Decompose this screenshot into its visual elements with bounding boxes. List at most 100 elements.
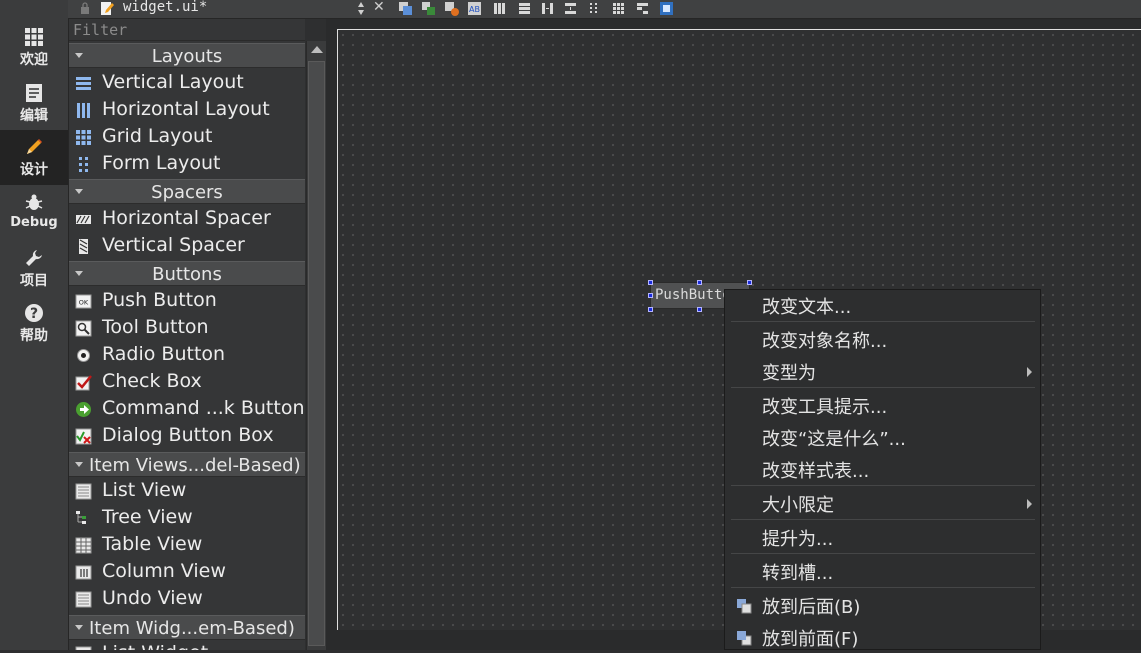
widget-list-widget[interactable]: List Widget [69, 641, 305, 650]
widget-vertical-layout[interactable]: Vertical Layout [69, 70, 305, 97]
category-label: Item Views...del-Based) [89, 455, 301, 476]
scroll-up-arrow-icon[interactable] [311, 46, 323, 53]
push-button-icon: OK [75, 294, 92, 309]
mode-project-label: 项目 [20, 273, 48, 289]
welcome-grid-icon [25, 28, 43, 46]
resize-handle[interactable] [648, 280, 653, 285]
mode-help[interactable]: ? 帮助 [0, 296, 68, 351]
widget-label: Tool Button [102, 316, 209, 338]
project-wrench-icon [26, 250, 42, 266]
widget-dialog-button-box[interactable]: Dialog Button Box [69, 423, 305, 450]
menu-item-change-stylesheet[interactable]: 改变样式表... [725, 454, 1040, 485]
menu-item-change-text[interactable]: 改变文本... [725, 290, 1040, 321]
close-document-button[interactable]: ✕ [373, 0, 385, 15]
bring-to-front-icon [737, 631, 752, 646]
widget-table-view[interactable]: Table View [69, 532, 305, 559]
menu-item-change-tooltip[interactable]: 改变工具提示... [725, 390, 1040, 421]
resize-handle[interactable] [648, 293, 653, 298]
edit-buddies-icon[interactable] [444, 1, 459, 16]
widget-label: Check Box [102, 370, 202, 392]
widget-undo-view[interactable]: Undo View [69, 586, 305, 613]
widget-command-link-button[interactable]: Command ...k Button [69, 396, 305, 423]
widget-list-view[interactable]: List View [69, 478, 305, 505]
widget-label: List View [102, 479, 187, 501]
document-switch-arrows-icon[interactable] [357, 1, 365, 16]
break-layout-icon[interactable] [635, 1, 650, 16]
widget-column-view[interactable]: Column View [69, 559, 305, 586]
svg-text:?: ? [30, 306, 38, 322]
lay-out-form-icon[interactable] [586, 1, 601, 16]
edit-tab-order-icon[interactable]: AB [467, 1, 482, 16]
widget-tool-button[interactable]: Tool Button [69, 315, 305, 342]
widget-horizontal-layout[interactable]: Horizontal Layout [69, 97, 305, 124]
edit-widgets-icon[interactable] [398, 1, 413, 16]
mode-edit[interactable]: 编辑 [0, 76, 68, 131]
edit-signals-slots-icon[interactable] [421, 1, 436, 16]
command-link-button-icon [76, 402, 91, 417]
widget-vertical-spacer[interactable]: Vertical Spacer [69, 233, 305, 260]
scroll-thumb[interactable] [308, 61, 325, 646]
mode-welcome[interactable]: 欢迎 [0, 20, 68, 75]
tool-button-icon [75, 320, 92, 337]
lay-out-horizontally-icon[interactable] [492, 1, 507, 16]
grid-layout-icon [76, 130, 91, 145]
mode-help-label: 帮助 [20, 328, 48, 344]
context-menu: 改变文本... 改变对象名称... 变型为 改变工具提示... 改变“这是什么”… [724, 289, 1041, 650]
menu-item-change-whats-this[interactable]: 改变“这是什么”... [725, 422, 1040, 453]
widget-label: Horizontal Spacer [102, 207, 271, 229]
help-question-icon: ? [25, 304, 43, 322]
menu-item-promote-to[interactable]: 提升为... [725, 522, 1040, 553]
widget-radio-button[interactable]: Radio Button [69, 342, 305, 369]
document-title[interactable]: widget.ui* [123, 0, 207, 15]
resize-handle[interactable] [747, 280, 752, 285]
widget-grid-layout[interactable]: Grid Layout [69, 124, 305, 151]
document-edit-icon [101, 2, 114, 15]
lay-out-horizontal-splitter-icon[interactable] [540, 1, 555, 16]
resize-handle[interactable] [648, 307, 653, 312]
category-label: Buttons [152, 264, 222, 285]
menu-item-label: 大小限定 [762, 495, 834, 516]
mode-debug[interactable]: Debug [0, 186, 68, 241]
lay-out-grid-icon[interactable] [611, 1, 626, 16]
debug-bug-icon [25, 194, 43, 210]
resize-handle[interactable] [697, 307, 702, 312]
mode-project[interactable]: 项目 [0, 241, 68, 296]
lay-out-vertically-icon[interactable] [517, 1, 532, 16]
lay-out-vertical-splitter-icon[interactable] [563, 1, 578, 16]
menu-item-bring-to-front[interactable]: 放到前面(F) [725, 622, 1040, 653]
menu-separator [731, 587, 1035, 588]
widget-tree-view[interactable]: Tree View [69, 505, 305, 532]
mode-debug-label: Debug [10, 215, 58, 230]
submenu-arrow-icon [1027, 367, 1032, 377]
adjust-size-icon[interactable] [659, 1, 674, 16]
svg-text:OK: OK [79, 299, 89, 307]
category-buttons[interactable]: Buttons [69, 261, 305, 286]
menu-separator [731, 485, 1035, 486]
menu-item-send-to-back[interactable]: 放到后面(B) [725, 590, 1040, 621]
filter-input[interactable]: Filter [69, 19, 305, 41]
menu-item-go-to-slot[interactable]: 转到槽... [725, 556, 1040, 587]
widget-push-button[interactable]: OK Push Button [69, 288, 305, 315]
mode-design[interactable]: 设计 [0, 130, 68, 185]
submenu-arrow-icon [1027, 499, 1032, 509]
edit-document-icon [26, 84, 42, 102]
menu-item-size-constraints[interactable]: 大小限定 [725, 488, 1040, 519]
menu-item-label: 变型为 [762, 363, 816, 384]
widget-horizontal-spacer[interactable]: Horizontal Spacer [69, 206, 305, 233]
category-item-widgets[interactable]: Item Widg...em-Based) [69, 615, 305, 640]
send-to-back-icon [737, 599, 752, 614]
menu-item-label: 放到前面(F) [762, 629, 859, 650]
list-widget-icon [75, 646, 92, 650]
widget-box-scrollbar[interactable] [306, 41, 326, 650]
menu-item-morph-into[interactable]: 变型为 [725, 356, 1040, 387]
menu-separator [731, 387, 1035, 388]
category-spacers[interactable]: Spacers [69, 179, 305, 204]
menu-item-change-object-name[interactable]: 改变对象名称... [725, 324, 1040, 355]
mode-bar: 欢迎 编辑 设计 Debug 项目 ? 帮助 [0, 0, 69, 650]
menu-separator [731, 519, 1035, 520]
widget-form-layout[interactable]: Form Layout [69, 151, 305, 178]
category-layouts[interactable]: Layouts [69, 43, 305, 68]
widget-check-box[interactable]: Check Box [69, 369, 305, 396]
resize-handle[interactable] [697, 280, 702, 285]
category-item-views[interactable]: Item Views...del-Based) [69, 452, 305, 477]
